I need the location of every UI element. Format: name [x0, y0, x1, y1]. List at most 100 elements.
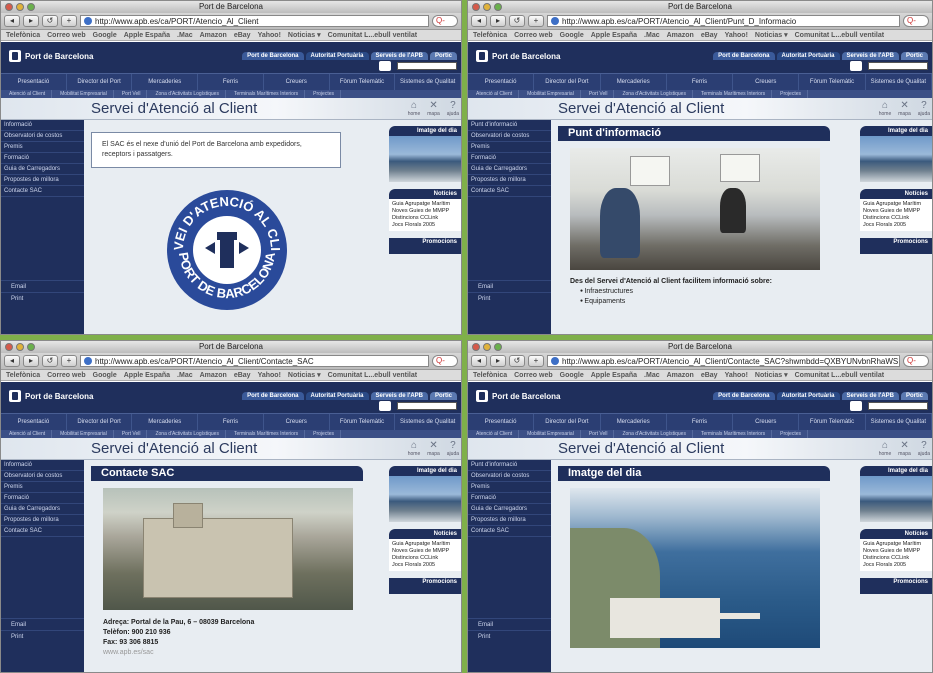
submenu-item[interactable]: Mobilitat Empresarial — [54, 430, 114, 438]
sidebar-footer-link[interactable]: Email — [468, 280, 551, 292]
submenu-item[interactable]: Atenció al Client — [3, 90, 53, 98]
add-bookmark-button[interactable]: + — [528, 15, 544, 27]
bookmark-item[interactable]: Apple España — [591, 30, 637, 40]
bookmark-item[interactable]: Amazon — [667, 370, 694, 380]
address-bar[interactable]: http://www.apb.es/ca/PORT/Atencio_Al_Cli… — [80, 15, 429, 27]
image-of-day-thumbnail[interactable] — [860, 136, 932, 182]
sidebar-item[interactable]: Contacte SAC — [468, 186, 551, 197]
search-field[interactable]: Q- — [903, 355, 929, 367]
close-button[interactable] — [472, 3, 480, 11]
sidebar-item[interactable]: Punt d'informació — [468, 120, 551, 131]
submenu-item[interactable]: Mobilitat Empresarial — [521, 430, 581, 438]
menu-item[interactable]: Fòrum Telemàtic — [330, 74, 396, 90]
banner-link[interactable]: ✕ mapa — [427, 100, 440, 117]
reload-button[interactable]: ↺ — [42, 15, 58, 27]
news-item[interactable]: Noves Guies de MMPP — [392, 548, 458, 555]
forward-button[interactable]: ▸ — [23, 355, 39, 367]
sidebar-footer-link[interactable]: Print — [468, 630, 551, 642]
sidebar-item[interactable]: Guia de Carregadors — [1, 504, 84, 515]
web-link[interactable]: www.apb.es/sac — [103, 648, 381, 658]
bookmark-item[interactable]: Yahoo! — [258, 30, 281, 40]
news-item[interactable]: Distincions CCLink — [392, 215, 458, 222]
submenu-item[interactable]: Projectes — [307, 430, 341, 438]
top-tab[interactable]: Serveis de l'APB — [370, 392, 428, 400]
bookmark-item[interactable]: Google — [93, 30, 117, 40]
bookmark-item[interactable]: Apple España — [124, 30, 170, 40]
bookmark-item[interactable]: Correo web — [47, 30, 86, 40]
bookmark-item[interactable]: Amazon — [200, 370, 227, 380]
news-item[interactable]: Jocs Florals 2005 — [392, 222, 458, 229]
accessibility-icon[interactable] — [850, 61, 862, 71]
top-tab[interactable]: Port de Barcelona — [242, 52, 304, 60]
bookmark-item[interactable]: Telefònica — [6, 370, 40, 380]
menu-item[interactable]: Director del Port — [534, 74, 601, 90]
submenu-item[interactable]: Port Vell — [116, 90, 148, 98]
banner-link[interactable]: ? ajuda — [918, 100, 930, 117]
banner-link[interactable]: ⌂ home — [879, 100, 892, 117]
submenu-item[interactable]: Port Vell — [583, 90, 615, 98]
banner-link[interactable]: ? ajuda — [447, 100, 459, 117]
submenu-item[interactable]: Zona d'Activitats Logístiques — [149, 90, 226, 98]
menu-item[interactable]: Creuers — [733, 414, 800, 430]
bookmark-item[interactable]: Telefònica — [6, 30, 40, 40]
banner-link[interactable]: ✕ mapa — [898, 100, 911, 117]
menu-item[interactable]: Fòrum Telemàtic — [799, 414, 866, 430]
menu-item[interactable]: Sistemes de Qualitat — [395, 414, 461, 430]
menu-item[interactable]: Director del Port — [67, 74, 133, 90]
sidebar-item[interactable]: Propostes de millora — [1, 515, 84, 526]
close-button[interactable] — [5, 3, 13, 11]
top-tab[interactable]: Serveis de l'APB — [841, 52, 899, 60]
sidebar-item[interactable]: Propostes de millora — [468, 515, 551, 526]
zoom-button[interactable] — [27, 3, 35, 11]
menu-item[interactable]: Mercaderies — [601, 74, 667, 90]
sidebar-item[interactable]: Formació — [468, 493, 551, 504]
submenu-item[interactable]: Terminals Marítimes Interiors — [695, 430, 773, 438]
news-item[interactable]: Noves Guies de MMPP — [863, 208, 929, 215]
back-button[interactable]: ◂ — [4, 15, 20, 27]
top-tab[interactable]: Autoritat Portuària — [776, 392, 840, 400]
submenu-item[interactable]: Atenció al Client — [3, 430, 53, 438]
submenu-item[interactable]: Zona d'Activitats Logístiques — [149, 430, 226, 438]
submenu-item[interactable]: Atenció al Client — [470, 90, 520, 98]
submenu-item[interactable]: Mobilitat Empresarial — [521, 90, 581, 98]
banner-link[interactable]: ⌂ home — [879, 440, 892, 457]
sidebar-item[interactable]: Premis — [468, 482, 551, 493]
bookmark-item[interactable]: Yahoo! — [258, 370, 281, 380]
top-tab[interactable]: Autoritat Portuària — [776, 52, 840, 60]
menu-item[interactable]: Ferris — [667, 74, 734, 90]
bookmark-item[interactable]: Telefònica — [473, 370, 507, 380]
sidebar-footer-link[interactable]: Print — [468, 292, 551, 304]
site-logo[interactable]: Port de Barcelona — [476, 50, 560, 62]
top-tab[interactable]: Autoritat Portuària — [305, 52, 369, 60]
bookmark-item[interactable]: Comunitat L...ebull ventilat — [328, 370, 417, 380]
menu-item[interactable]: Director del Port — [67, 414, 133, 430]
submenu-item[interactable]: Port Vell — [116, 430, 148, 438]
bookmark-item[interactable]: .Mac — [177, 370, 193, 380]
reload-button[interactable]: ↺ — [509, 355, 525, 367]
top-tab[interactable]: Port de Barcelona — [713, 392, 775, 400]
menu-item[interactable]: Ferris — [198, 414, 264, 430]
forward-button[interactable]: ▸ — [23, 15, 39, 27]
accessibility-icon[interactable] — [379, 61, 391, 71]
news-item[interactable]: Guia Agrupatge Marítim — [863, 201, 929, 208]
address-bar[interactable]: http://www.apb.es/ca/PORT/Atencio_Al_Cli… — [547, 355, 900, 367]
back-button[interactable]: ◂ — [471, 15, 487, 27]
site-search-input[interactable] — [397, 402, 457, 410]
menu-item[interactable]: Presentació — [468, 414, 535, 430]
bookmark-item[interactable]: Comunitat L...ebull ventilat — [795, 30, 884, 40]
sidebar-item[interactable]: Propostes de millora — [468, 175, 551, 186]
top-tab[interactable]: Serveis de l'APB — [841, 392, 899, 400]
site-search-input[interactable] — [397, 62, 457, 70]
reload-button[interactable]: ↺ — [42, 355, 58, 367]
menu-item[interactable]: Director del Port — [534, 414, 601, 430]
submenu-item[interactable]: Mobilitat Empresarial — [54, 90, 114, 98]
top-tab[interactable]: Portic — [900, 392, 928, 400]
sidebar-item[interactable]: Premis — [468, 142, 551, 153]
reload-button[interactable]: ↺ — [509, 15, 525, 27]
submenu-item[interactable]: Terminals Marítimes Interiors — [695, 90, 773, 98]
bookmark-item[interactable]: Noticias ▾ — [288, 370, 321, 380]
menu-item[interactable]: Sistemes de Qualitat — [866, 414, 932, 430]
submenu-item[interactable]: Atenció al Client — [470, 430, 520, 438]
site-search-input[interactable] — [868, 62, 928, 70]
image-of-day-thumbnail[interactable] — [389, 136, 461, 182]
